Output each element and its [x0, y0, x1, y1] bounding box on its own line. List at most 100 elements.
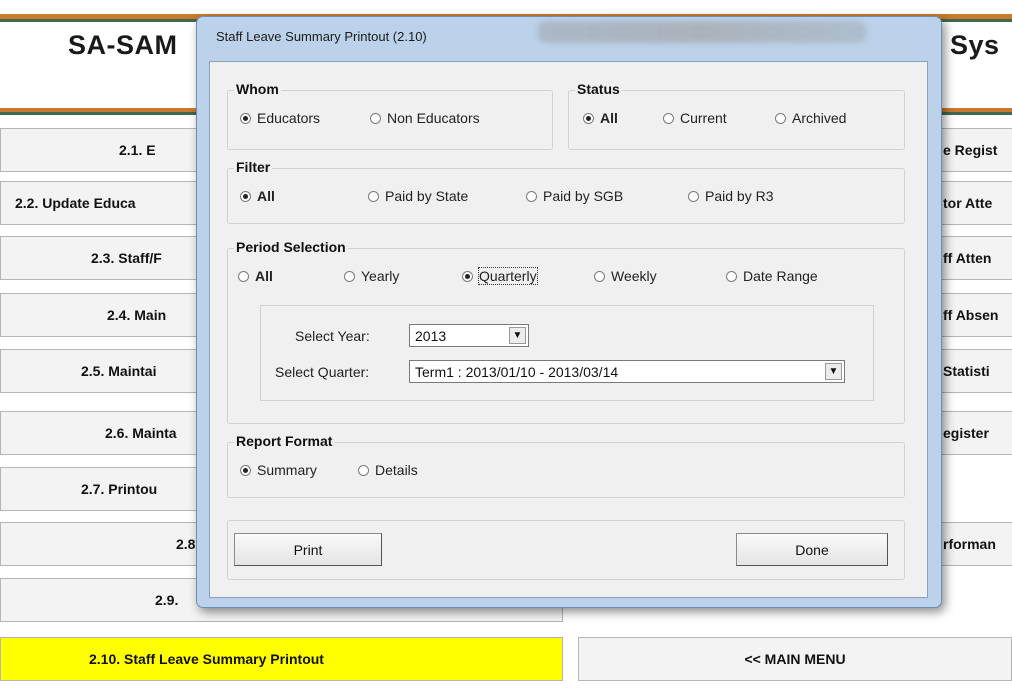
menu-button-label: 2.4. Main [107, 307, 167, 323]
done-button[interactable]: Done [736, 533, 888, 566]
radio-label: Paid by State [385, 188, 469, 204]
menu-button-label: tor Atte [943, 195, 993, 211]
radio-icon [526, 190, 537, 202]
select-year-dropdown[interactable]: 2013 ▼ [409, 324, 529, 347]
filter-paid-by-state-radio[interactable]: Paid by State [368, 188, 468, 204]
radio-icon [370, 112, 381, 124]
status-all-radio[interactable]: All [583, 110, 618, 126]
period-weekly-radio[interactable]: Weekly [594, 268, 657, 284]
radio-label: Yearly [361, 268, 400, 284]
status-current-radio[interactable]: Current [663, 110, 727, 126]
menu-button-label: egister [943, 425, 989, 441]
menu-button-right-7[interactable] [940, 467, 1012, 511]
menu-button-right-6[interactable]: egister [940, 411, 1012, 455]
radio-icon [368, 190, 379, 202]
menu-button-right-1[interactable]: e Regist [940, 128, 1012, 172]
radio-icon [726, 270, 737, 282]
period-detail-box: Select Year: 2013 ▼ Select Quarter: Term… [260, 305, 874, 401]
radio-selected-icon [583, 112, 594, 124]
background-title-blur [537, 21, 867, 43]
period-all-radio[interactable]: All [238, 268, 273, 284]
menu-button-right-5[interactable]: Statisti [940, 349, 1012, 393]
status-group: Status All Current Archived [568, 81, 905, 150]
radio-label: All [255, 268, 273, 284]
format-summary-radio[interactable]: Summary [240, 462, 317, 478]
menu-button-right-8[interactable]: rforman [940, 522, 1012, 566]
app-title-right: Sys [950, 30, 1000, 60]
radio-icon [358, 464, 369, 476]
report-format-group: Report Format Summary Details [227, 433, 905, 498]
radio-label: Current [680, 110, 727, 126]
menu-button-right-3[interactable]: ff Atten [940, 236, 1012, 280]
menu-button-2-10[interactable]: 2.10. Staff Leave Summary Printout [0, 637, 563, 681]
main-menu-label: << MAIN MENU [744, 651, 846, 667]
radio-label: Paid by SGB [543, 188, 624, 204]
filter-paid-by-r3-radio[interactable]: Paid by R3 [688, 188, 773, 204]
menu-button-label: Statisti [943, 363, 990, 379]
whom-legend: Whom [234, 81, 281, 97]
menu-button-right-4[interactable]: ff Absen [940, 293, 1012, 337]
print-button[interactable]: Print [234, 533, 382, 566]
radio-selected-icon [240, 190, 251, 202]
radio-selected-icon [240, 464, 251, 476]
app-title-left: SA-SAM [68, 30, 178, 60]
period-selection-group: Period Selection All Yearly Quarterly We… [227, 239, 905, 424]
dialog-title: Staff Leave Summary Printout (2.10) [216, 29, 427, 44]
filter-paid-by-sgb-radio[interactable]: Paid by SGB [526, 188, 623, 204]
filter-legend: Filter [234, 159, 273, 175]
menu-button-label: 2.2. Update Educa [15, 195, 136, 211]
leave-summary-dialog: Staff Leave Summary Printout (2.10) Whom… [196, 16, 942, 608]
menu-button-label: 2.10. Staff Leave Summary Printout [89, 651, 324, 667]
period-yearly-radio[interactable]: Yearly [344, 268, 399, 284]
menu-button-label: e Regist [943, 142, 998, 158]
radio-label: Archived [792, 110, 847, 126]
dialog-client-area: Whom Educators Non Educators Status All … [209, 61, 928, 598]
menu-button-label: 2.9. [155, 592, 179, 608]
menu-button-label: rforman [943, 536, 996, 552]
menu-button-label: 2.8 [176, 536, 196, 552]
menu-button-label: ff Absen [943, 307, 999, 323]
chevron-down-icon[interactable]: ▼ [509, 327, 526, 344]
menu-button-label: 2.1. E [119, 142, 156, 158]
radio-label: Details [375, 462, 418, 478]
whom-educators-radio[interactable]: Educators [240, 110, 320, 126]
radio-label: Summary [257, 462, 317, 478]
main-menu-button[interactable]: << MAIN MENU [578, 637, 1012, 681]
period-legend: Period Selection [234, 239, 348, 255]
status-legend: Status [575, 81, 622, 97]
whom-non-educators-radio[interactable]: Non Educators [370, 110, 480, 126]
radio-label: Paid by R3 [705, 188, 774, 204]
radio-label: Weekly [611, 268, 657, 284]
radio-icon [344, 270, 355, 282]
status-archived-radio[interactable]: Archived [775, 110, 846, 126]
period-quarterly-radio[interactable]: Quarterly [462, 267, 538, 285]
report-format-legend: Report Format [234, 433, 335, 449]
menu-button-label: 2.3. Staff/F [91, 250, 162, 266]
filter-group: Filter All Paid by State Paid by SGB Pai… [227, 159, 905, 224]
select-quarter-dropdown[interactable]: Term1 : 2013/01/10 - 2013/03/14 ▼ [409, 360, 845, 383]
chevron-down-icon[interactable]: ▼ [825, 363, 842, 380]
select-year-label: Select Year: [295, 328, 370, 344]
menu-button-label: 2.6. Mainta [105, 425, 177, 441]
whom-group: Whom Educators Non Educators [227, 81, 553, 150]
radio-icon [775, 112, 786, 124]
select-year-value: 2013 [415, 327, 447, 344]
radio-selected-icon [462, 270, 473, 282]
filter-all-radio[interactable]: All [240, 188, 275, 204]
select-quarter-value: Term1 : 2013/01/10 - 2013/03/14 [415, 363, 619, 380]
radio-selected-icon [240, 112, 251, 124]
radio-icon [688, 190, 699, 202]
menu-button-right-2[interactable]: tor Atte [940, 181, 1012, 225]
radio-label: All [600, 110, 618, 126]
radio-label: Quarterly [478, 267, 538, 285]
select-quarter-label: Select Quarter: [275, 364, 370, 380]
radio-icon [238, 270, 249, 282]
radio-icon [594, 270, 605, 282]
radio-label: Date Range [743, 268, 818, 284]
radio-label: Non Educators [387, 110, 480, 126]
menu-button-label: 2.7. Printou [81, 481, 158, 497]
period-date-range-radio[interactable]: Date Range [726, 268, 818, 284]
menu-button-label: 2.5. Maintai [81, 363, 157, 379]
radio-label: All [257, 188, 275, 204]
format-details-radio[interactable]: Details [358, 462, 418, 478]
